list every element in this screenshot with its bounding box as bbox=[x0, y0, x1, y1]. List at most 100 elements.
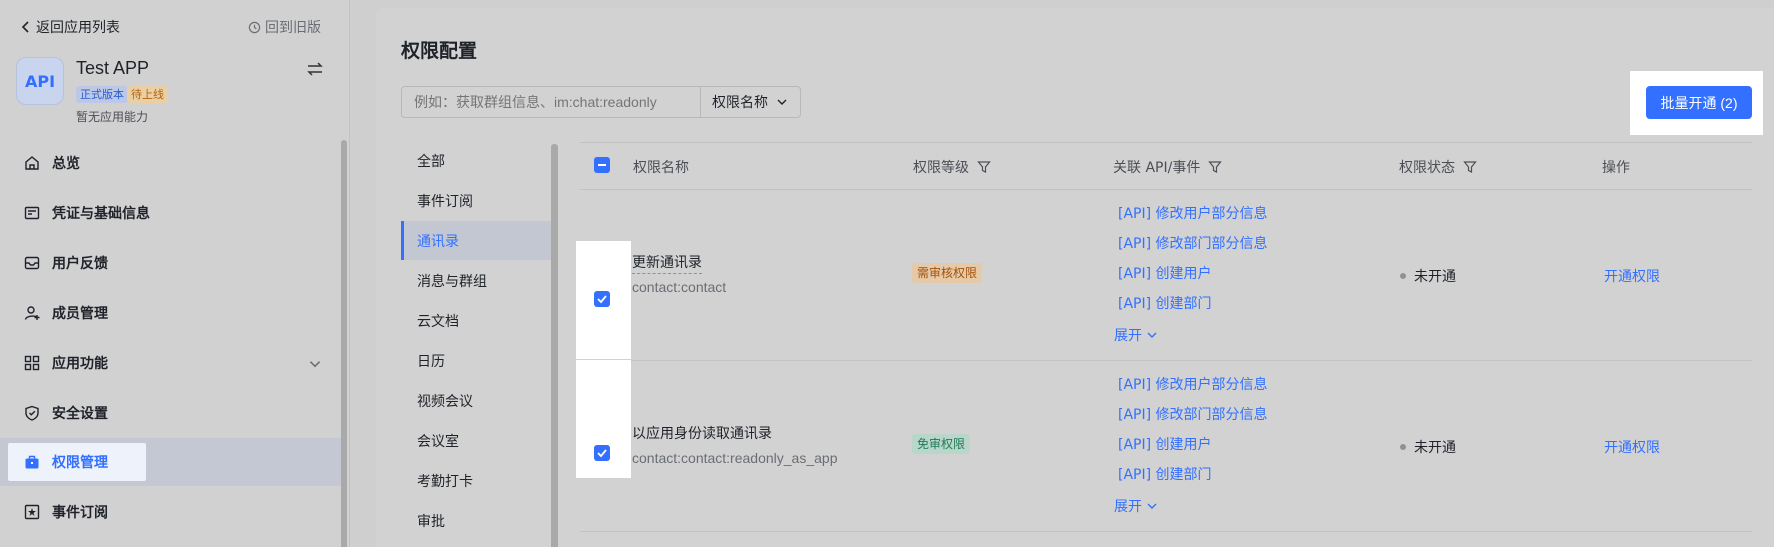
row-divider bbox=[580, 360, 1752, 361]
expand-apis-button[interactable]: 展开 bbox=[1114, 496, 1158, 516]
header-permission-name: 权限名称 bbox=[633, 157, 689, 177]
permission-code: contact:contact:readonly_as_app bbox=[632, 450, 838, 466]
category-attendance[interactable]: 考勤打卡 bbox=[401, 461, 551, 500]
row-checkbox[interactable] bbox=[594, 291, 610, 307]
batch-enable-button[interactable]: 批量开通 (2) bbox=[1646, 86, 1752, 119]
sidebar-item-label: 凭证与基础信息 bbox=[52, 206, 150, 222]
briefcase-icon bbox=[25, 455, 39, 469]
sidebar-item-label: 成员管理 bbox=[52, 306, 108, 322]
app-avatar-text: API bbox=[24, 71, 56, 91]
page-title: 权限配置 bbox=[401, 40, 478, 62]
sidebar-item-feedback[interactable]: 用户反馈 bbox=[0, 243, 343, 283]
category-meeting-room[interactable]: 会议室 bbox=[401, 421, 551, 460]
enable-permission-link[interactable]: 开通权限 bbox=[1604, 266, 1660, 286]
expand-label: 展开 bbox=[1114, 328, 1142, 344]
category-contacts[interactable]: 通讯录 bbox=[401, 221, 551, 260]
header-action: 操作 bbox=[1602, 157, 1630, 177]
header-related-api-label: 关联 API/事件 bbox=[1113, 160, 1201, 176]
api-link[interactable]: [API] 创建部门 bbox=[1118, 464, 1212, 484]
sidebar-item-label: 用户反馈 bbox=[52, 256, 108, 272]
checkmark-icon bbox=[597, 295, 607, 304]
category-cloud-docs[interactable]: 云文档 bbox=[401, 301, 551, 340]
inbox-icon bbox=[24, 256, 40, 270]
api-link[interactable]: [API] 创建用户 bbox=[1118, 263, 1212, 283]
chevron-down-icon bbox=[1147, 332, 1157, 338]
table-row-checkbox-cell bbox=[576, 360, 631, 478]
grid-icon bbox=[24, 355, 40, 371]
category-video-meeting[interactable]: 视频会议 bbox=[401, 381, 551, 420]
sidebar-item-label: 安全设置 bbox=[52, 406, 108, 422]
status-dot bbox=[1400, 273, 1406, 279]
permission-code: contact:contact bbox=[632, 279, 727, 295]
select-all-checkbox[interactable] bbox=[594, 157, 610, 173]
enable-permission-link[interactable]: 开通权限 bbox=[1604, 437, 1660, 457]
event-icon bbox=[24, 504, 40, 520]
sidebar-item-events[interactable]: 事件订阅 bbox=[0, 492, 343, 532]
search-field-value: 权限名称 bbox=[712, 95, 768, 111]
api-link[interactable]: [API] 修改用户部分信息 bbox=[1118, 374, 1268, 394]
checkmark-icon bbox=[597, 449, 607, 458]
header-related-api: 关联 API/事件 bbox=[1113, 157, 1223, 177]
category-messages-groups[interactable]: 消息与群组 bbox=[401, 261, 551, 300]
expand-apis-button[interactable]: 展开 bbox=[1114, 325, 1158, 345]
sidebar-item-permissions[interactable]: 权限管理 bbox=[0, 438, 343, 486]
sidebar: 返回应用列表 回到旧版 API Test APP 正式版本 待上线 暂无应用能力… bbox=[0, 0, 350, 547]
home-icon bbox=[25, 156, 39, 170]
filter-icon[interactable] bbox=[977, 160, 991, 174]
api-link[interactable]: [API] 创建用户 bbox=[1118, 434, 1212, 454]
expand-label: 展开 bbox=[1114, 499, 1142, 515]
sidebar-item-overview[interactable]: 总览 bbox=[0, 143, 343, 183]
filter-icon[interactable] bbox=[1208, 160, 1223, 174]
api-link[interactable]: [API] 创建部门 bbox=[1118, 293, 1212, 313]
permission-status: 未开通 bbox=[1400, 437, 1456, 457]
search-input[interactable] bbox=[401, 86, 701, 118]
chevron-down-icon bbox=[309, 361, 321, 368]
permission-status: 未开通 bbox=[1400, 266, 1456, 286]
api-link[interactable]: [API] 修改部门部分信息 bbox=[1118, 233, 1268, 253]
header-permission-level: 权限等级 bbox=[913, 157, 991, 177]
table-row-checkbox-cell bbox=[576, 241, 631, 359]
row-checkbox[interactable] bbox=[594, 445, 610, 461]
sidebar-item-label: 权限管理 bbox=[52, 455, 108, 471]
back-to-app-list-link[interactable]: 返回应用列表 bbox=[20, 17, 120, 37]
app-avatar: API bbox=[16, 57, 64, 105]
user-add-icon bbox=[24, 306, 40, 320]
permission-status-label: 未开通 bbox=[1414, 269, 1456, 285]
shield-icon bbox=[25, 405, 39, 421]
permission-name[interactable]: 更新通讯录 bbox=[632, 252, 702, 274]
category-scrollbar[interactable] bbox=[551, 144, 558, 547]
filter-icon[interactable] bbox=[1463, 160, 1477, 174]
back-to-old-version-link[interactable]: 回到旧版 bbox=[248, 17, 321, 37]
permission-name[interactable]: 以应用身份读取通讯录 bbox=[632, 423, 772, 443]
sidebar-scrollbar[interactable] bbox=[341, 140, 347, 547]
api-link[interactable]: [API] 修改部门部分信息 bbox=[1118, 404, 1268, 424]
pending-release-badge: 待上线 bbox=[127, 86, 168, 103]
back-to-app-list-label: 返回应用列表 bbox=[36, 20, 120, 36]
category-calendar[interactable]: 日历 bbox=[401, 341, 551, 380]
sidebar-item-label: 总览 bbox=[52, 156, 80, 172]
history-icon bbox=[248, 21, 261, 33]
status-dot bbox=[1400, 444, 1406, 450]
switch-app-icon[interactable] bbox=[306, 60, 324, 78]
api-link[interactable]: [API] 修改用户部分信息 bbox=[1118, 203, 1268, 223]
batch-action-area: 批量开通 (2) bbox=[1630, 71, 1763, 135]
chevron-down-icon bbox=[777, 99, 787, 105]
sidebar-item-members[interactable]: 成员管理 bbox=[0, 293, 343, 333]
category-event-subscription[interactable]: 事件订阅 bbox=[401, 181, 551, 220]
permission-status-label: 未开通 bbox=[1414, 440, 1456, 456]
permission-level-badge: 需审核权限 bbox=[912, 263, 983, 283]
sidebar-item-security[interactable]: 安全设置 bbox=[0, 393, 343, 433]
sidebar-item-label: 事件订阅 bbox=[52, 505, 108, 521]
sidebar-divider bbox=[349, 0, 350, 547]
sidebar-item-label: 应用功能 bbox=[52, 356, 108, 372]
category-all[interactable]: 全部 bbox=[401, 141, 551, 180]
sidebar-item-credentials[interactable]: 凭证与基础信息 bbox=[0, 193, 343, 233]
app-capability-note: 暂无应用能力 bbox=[76, 110, 149, 124]
row-divider bbox=[580, 531, 1752, 532]
header-permission-level-label: 权限等级 bbox=[913, 160, 969, 176]
sidebar-item-app-features[interactable]: 应用功能 bbox=[0, 343, 343, 383]
header-permission-name-label: 权限名称 bbox=[633, 160, 689, 176]
category-approval[interactable]: 审批 bbox=[401, 501, 551, 540]
search-field-select[interactable]: 权限名称 bbox=[700, 86, 801, 118]
live-version-badge: 正式版本 bbox=[76, 86, 128, 103]
